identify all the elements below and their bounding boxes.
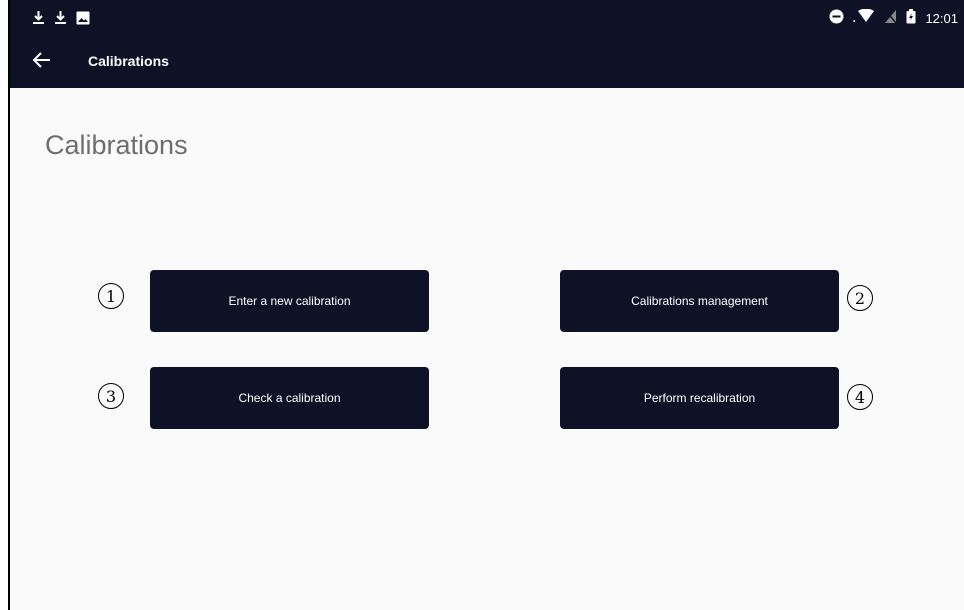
page-title: Calibrations [45, 130, 188, 160]
perform-recalibration-button[interactable]: Perform recalibration [560, 367, 839, 429]
download-icon [54, 10, 67, 30]
no-sim-icon [884, 9, 898, 27]
do-not-disturb-icon [829, 9, 844, 27]
notification-icons [32, 10, 90, 30]
enter-new-calibration-button[interactable]: Enter a new calibration [150, 270, 429, 332]
arrow-back-icon[interactable] [30, 48, 54, 72]
status-bar: 12:01 [10, 0, 964, 34]
marker-4: 4 [847, 384, 873, 410]
calibrations-management-label: Calibrations management [631, 294, 768, 308]
perform-recalibration-label: Perform recalibration [643, 391, 756, 405]
battery-icon [906, 9, 916, 27]
enter-new-calibration-label: Enter a new calibration [228, 294, 351, 308]
marker-3: 3 [98, 383, 124, 409]
calibrations-management-button[interactable]: Calibrations management [560, 270, 839, 332]
system-icons: 12:01 [829, 8, 958, 27]
marker-1: 1 [98, 283, 124, 309]
window-edge [0, 0, 10, 610]
main-content: Calibrations 1 Enter a new calibration C… [10, 88, 964, 610]
status-time: 12:01 [925, 10, 958, 26]
check-calibration-button[interactable]: Check a calibration [150, 367, 429, 429]
wifi-icon [853, 8, 875, 27]
check-calibration-label: Check a calibration [238, 391, 341, 405]
app-bar-title: Calibrations [88, 53, 169, 69]
marker-2: 2 [847, 285, 873, 311]
app-bar: Calibrations [10, 34, 964, 88]
image-icon [76, 11, 90, 30]
download-icon [32, 10, 45, 30]
app-window: 12:01 Calibrations Calibrations 1 Enter … [0, 0, 964, 610]
